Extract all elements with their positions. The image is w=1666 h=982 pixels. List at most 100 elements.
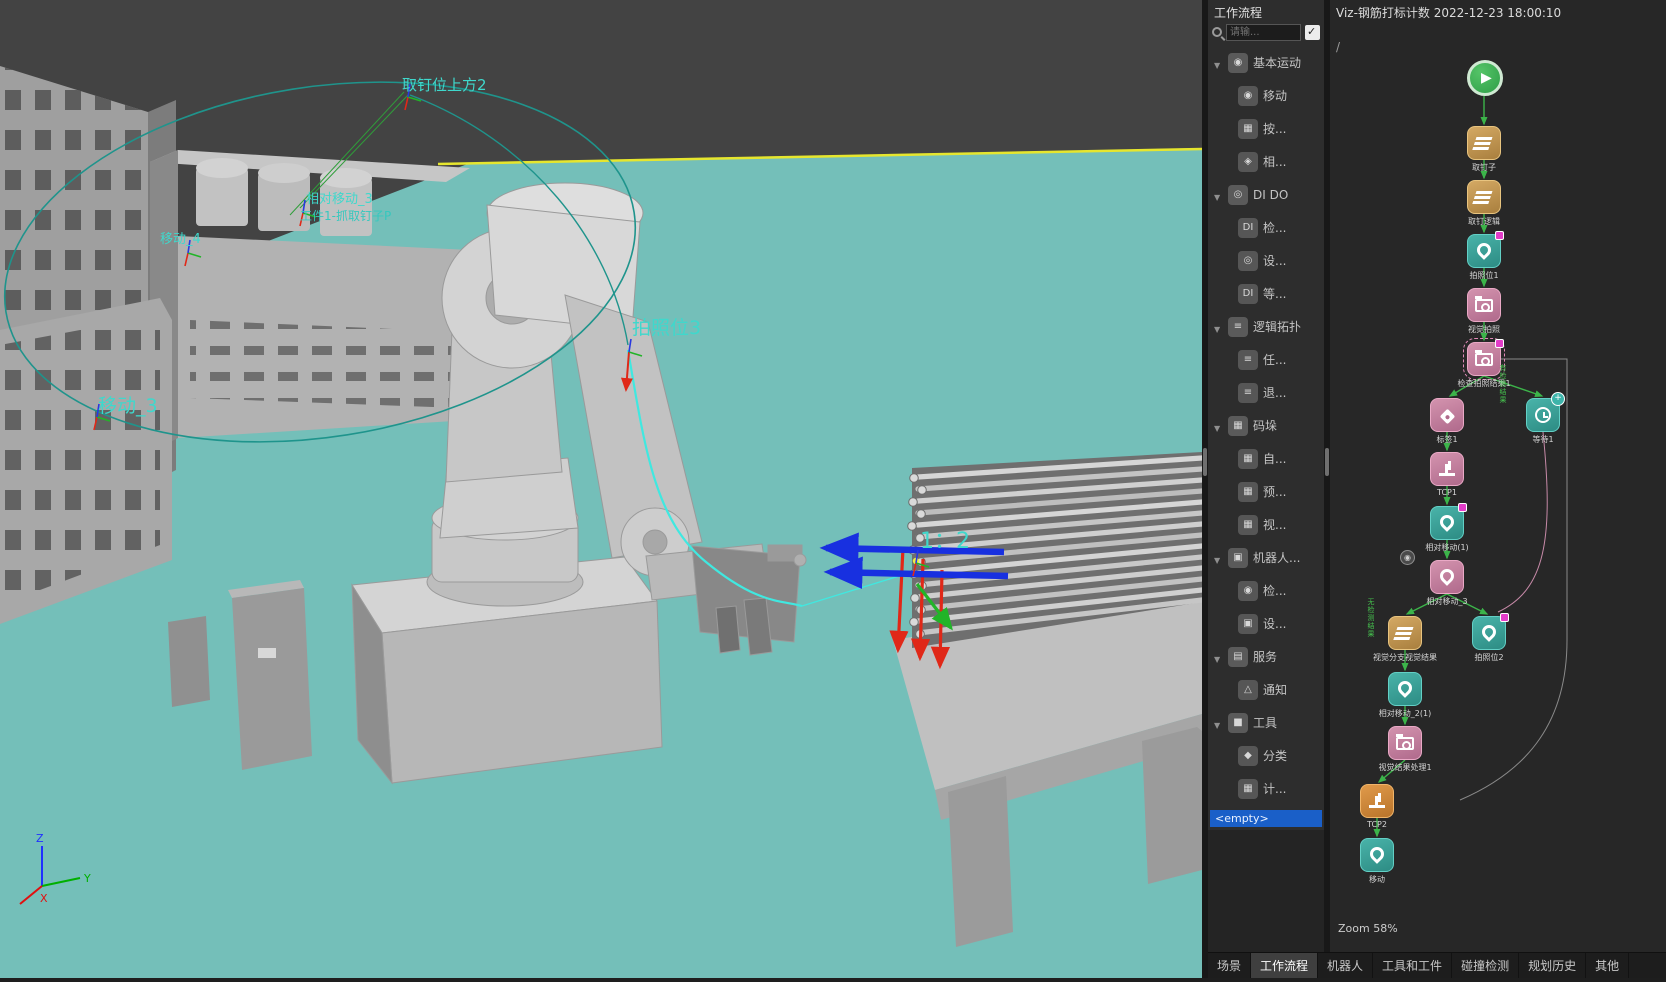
chevron-down-icon (1214, 416, 1223, 435)
axis-y-label: Y (83, 872, 91, 885)
graph-node-pick-nail[interactable]: 取钉子 (1467, 126, 1501, 160)
tab-other[interactable]: 其他 (1586, 953, 1629, 978)
robot-icon (1430, 452, 1464, 486)
chevron-down-icon (1214, 185, 1223, 204)
graph-node-label: 相对移动(1) (1415, 542, 1479, 553)
edge-annotation: 无检测结果 (1366, 598, 1376, 638)
tree-cat-basic-motion[interactable]: ◉基本运动 (1208, 46, 1318, 79)
graph-node-check-photo-result[interactable]: 检查拍照结果1 (1467, 342, 1501, 376)
graph-node-relative-move-3[interactable]: 相对移动_3 (1430, 560, 1464, 594)
robot-icon: ▣ (1228, 548, 1248, 568)
graph-node-label: 视觉拍照 (1452, 324, 1516, 335)
graph-node-label: 取钉子 (1452, 162, 1516, 173)
run-workflow-button[interactable] (1467, 60, 1503, 96)
graph-node-relative-move-1[interactable]: 相对移动(1) (1430, 506, 1464, 540)
workflow-graph[interactable]: Viz-钢筋打标计数 2022-12-23 18:00:10 / (1330, 0, 1666, 952)
graph-node-label: TCP1 (1415, 488, 1479, 497)
stack-icon (1388, 616, 1422, 650)
preset-icon: ▦ (1238, 482, 1258, 502)
divider-scroll-thumb[interactable] (1325, 448, 1329, 476)
chevron-down-icon (1214, 548, 1223, 567)
service-icon: ▤ (1228, 647, 1248, 667)
tree-item-check-camera[interactable]: ◉检... (1208, 574, 1318, 607)
flag-badge-icon (1495, 339, 1504, 348)
workflow-node-palette: 工作流程 ◉基本运动 ◉移动 ▦按... ◈相... ◎DI DO DI检...… (1208, 0, 1324, 952)
graph-node-pick-logic[interactable]: 取钉逻辑 (1467, 180, 1501, 214)
exit-icon: ≡ (1238, 383, 1258, 403)
do-icon: ◎ (1238, 251, 1258, 271)
task-icon: ≡ (1238, 350, 1258, 370)
tree-item-relative-move[interactable]: ◈相... (1208, 145, 1318, 178)
tree-item-press[interactable]: ▦按... (1208, 112, 1318, 145)
visibility-badge-icon[interactable]: ◉ (1400, 550, 1415, 565)
panel-title: 工作流程 (1214, 4, 1262, 21)
flag-badge-icon (1500, 613, 1509, 622)
camera-icon (1388, 726, 1422, 760)
tree-item-exit[interactable]: ≡退... (1208, 376, 1318, 409)
tab-workflow[interactable]: 工作流程 (1251, 953, 1318, 978)
graph-node-photo-pos-1[interactable]: 拍照位1 (1467, 234, 1501, 268)
graph-node-tcp-1[interactable]: TCP1 (1430, 452, 1464, 486)
waypoint-label: 拍照位3 (632, 317, 701, 339)
notify-icon: △ (1238, 680, 1258, 700)
auto-icon: ▦ (1238, 449, 1258, 469)
axis-x-label: X (40, 892, 48, 905)
tree-item-vision[interactable]: ▦视... (1208, 508, 1318, 541)
tab-robot[interactable]: 机器人 (1318, 953, 1373, 978)
tree-cat-robot[interactable]: ▣机器人... (1208, 541, 1318, 574)
scene-canvas[interactable]: 取钉位上方2 相对移动_3 工件1-抓取钉子P 移动_4 移动_3 拍照位3 1… (0, 0, 1202, 978)
tree-item-preset[interactable]: ▦预... (1208, 475, 1318, 508)
tree-item-count[interactable]: ▦计... (1208, 772, 1318, 805)
graph-node-vision-photo[interactable]: 视觉拍照 (1467, 288, 1501, 322)
tab-collision-detect[interactable]: 碰撞检测 (1452, 953, 1519, 978)
graph-node-photo-pos-2[interactable]: 拍照位2 (1472, 616, 1506, 650)
empty-slot[interactable]: <empty> (1210, 810, 1322, 827)
chevron-down-icon (1214, 53, 1223, 72)
tree-item-classify[interactable]: ◆分类 (1208, 739, 1318, 772)
graph-node-move[interactable]: 移动 (1360, 838, 1394, 872)
tab-plan-history[interactable]: 规划历史 (1519, 953, 1586, 978)
graph-node-label: 等待1 (1511, 434, 1575, 445)
pin-icon (1472, 616, 1506, 650)
tree-cat-tools[interactable]: ■工具 (1208, 706, 1318, 739)
di-icon: DI (1238, 218, 1258, 238)
graph-node-label: 移动 (1345, 874, 1409, 885)
tab-tools-workpiece[interactable]: 工具和工件 (1373, 953, 1452, 978)
tree-item-set-robot[interactable]: ▣设... (1208, 607, 1318, 640)
tree-cat-palletize[interactable]: ▦码垛 (1208, 409, 1318, 442)
tree-cat-service[interactable]: ▤服务 (1208, 640, 1318, 673)
graph-node-tcp-2[interactable]: TCP2 (1360, 784, 1394, 818)
search-input[interactable] (1226, 24, 1301, 41)
count-icon: ▦ (1238, 779, 1258, 799)
graph-node-wait-1[interactable]: 等待1 (1526, 398, 1560, 432)
tree-item-set-do[interactable]: ◎设... (1208, 244, 1318, 277)
tree-item-notify[interactable]: △通知 (1208, 673, 1318, 706)
graph-node-vision-result[interactable]: 视觉结果处理1 (1388, 726, 1422, 760)
tree-item-auto[interactable]: ▦自... (1208, 442, 1318, 475)
tree-cat-di-do[interactable]: ◎DI DO (1208, 178, 1318, 211)
chevron-down-icon (1214, 647, 1223, 666)
tree-cat-logic[interactable]: ≡逻辑拓扑 (1208, 310, 1318, 343)
3d-viewport[interactable]: 取钉位上方2 相对移动_3 工件1-抓取钉子P 移动_4 移动_3 拍照位3 1… (0, 0, 1202, 978)
tree-item-check-di[interactable]: DI检... (1208, 211, 1318, 244)
graph-node-relative-move-2[interactable]: 相对移动_2(1) (1388, 672, 1422, 706)
waypoint-label: 取钉位上方2 (402, 76, 487, 94)
graph-node-vision-branch[interactable]: 视觉分支视觉结果 (1388, 616, 1422, 650)
stack-icon (1467, 126, 1501, 160)
checkbox-checked-icon[interactable] (1305, 25, 1320, 40)
graph-node-label: 相对移动_2(1) (1373, 708, 1437, 719)
edge-annotation: 有检测结果 (1498, 364, 1508, 404)
tree-item-move[interactable]: ◉移动 (1208, 79, 1318, 112)
flag-badge-icon (1495, 231, 1504, 240)
tab-scene[interactable]: 场景 (1208, 953, 1251, 978)
chevron-down-icon (1214, 317, 1223, 336)
app-window: 取钉位上方2 相对移动_3 工件1-抓取钉子P 移动_4 移动_3 拍照位3 1… (0, 0, 1666, 978)
divider-scroll-thumb[interactable] (1203, 448, 1207, 476)
tree-item-task[interactable]: ≡任... (1208, 343, 1318, 376)
logic-icon: ≡ (1228, 317, 1248, 337)
graph-node-label-1[interactable]: 标签1 (1430, 398, 1464, 432)
tree-item-wait-di[interactable]: DI等... (1208, 277, 1318, 310)
graph-node-label: 拍照位1 (1452, 270, 1516, 281)
clock-icon (1526, 398, 1560, 432)
status-bar: 场景 工作流程 机器人 工具和工件 碰撞检测 规划历史 其他 (1208, 952, 1666, 978)
